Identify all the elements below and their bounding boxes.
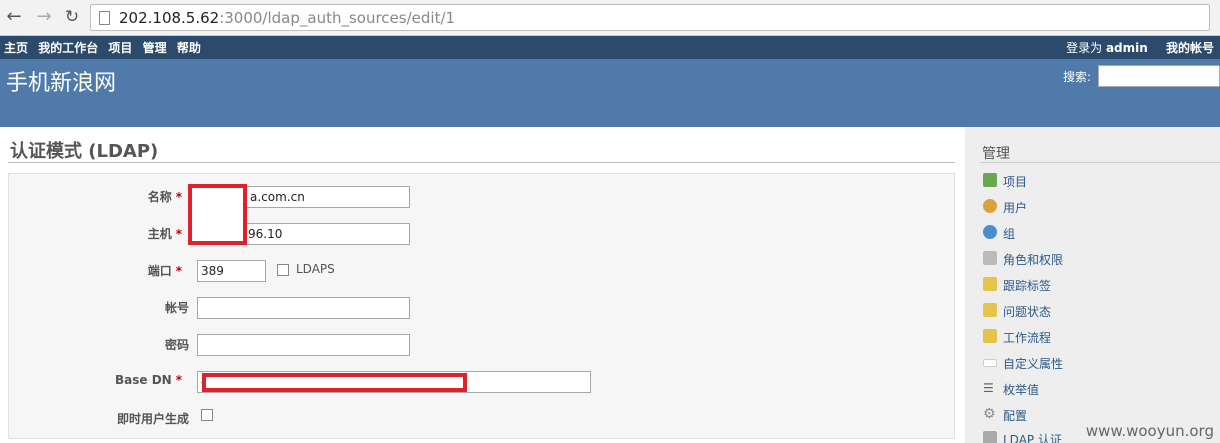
host-label-text: 主机 <box>147 227 172 241</box>
url-path: :3000/ldap_auth_sources/edit/1 <box>219 9 456 27</box>
page-title: 认证模式 (LDAP) <box>10 141 159 162</box>
list-icon: ☰ <box>983 381 994 395</box>
host-value: 96.10 <box>248 227 283 241</box>
account-label: 帐号 <box>164 301 189 315</box>
host-label: 主机 * <box>2 225 182 242</box>
password-label: 密码 <box>164 338 189 352</box>
my-account-link[interactable]: 我的帐号 <box>1166 41 1214 55</box>
redaction-box <box>188 184 247 245</box>
port-label: 端口 * <box>2 262 182 279</box>
tracker-icon <box>983 277 997 291</box>
page-icon <box>99 11 110 25</box>
sidebar-item-label: 自定义属性 <box>1003 357 1064 371</box>
logged-in-prefix: 登录为 <box>1066 41 1103 55</box>
address-bar[interactable]: 202.108.5.62:3000/ldap_auth_sources/edit… <box>90 4 1210 31</box>
name-label: 名称 * <box>2 188 182 205</box>
main-content: 认证模式 (LDAP) 名称 * a.com.cn 主机 * 96.10 端口 * 3… <box>0 127 965 443</box>
browser-toolbar: ← → ↻ 202.108.5.62:3000/ldap_auth_source… <box>0 0 1220 36</box>
sidebar-item-label: 跟踪标签 <box>1003 279 1052 293</box>
top-menu: 主页 我的工作台 项目 管理 帮助 登录为 admin 我的帐号 <box>0 36 1220 59</box>
menu-my-page-link[interactable]: 我的工作台 <box>38 41 98 55</box>
title-divider <box>8 162 955 163</box>
ldaps-checkbox[interactable] <box>277 264 289 276</box>
sidebar-item-label: 角色和权限 <box>1003 253 1064 267</box>
sidebar-item-label: 工作流程 <box>1003 331 1052 345</box>
sidebar-item-label: 项目 <box>1003 175 1028 189</box>
ldaps-label: LDAPS <box>296 262 335 276</box>
ldap-icon <box>983 431 997 443</box>
sidebar-item-label: LDAP 认证 <box>1003 433 1062 443</box>
issue-status-icon <box>983 303 997 317</box>
menu-home-link[interactable]: 主页 <box>4 41 28 55</box>
reload-icon[interactable]: ↻ <box>62 7 82 27</box>
menu-admin-link[interactable]: 管理 <box>143 41 167 55</box>
settings-gear-icon: ⚙ <box>983 406 996 422</box>
search-input[interactable] <box>1098 65 1220 87</box>
watermark: www.wooyun.org <box>1085 422 1214 440</box>
forward-arrow-icon[interactable]: → <box>34 7 54 27</box>
required-mark: * <box>175 373 182 387</box>
port-label-text: 端口 <box>147 264 172 278</box>
group-icon <box>983 225 997 239</box>
port-field[interactable]: 389 <box>197 260 266 282</box>
site-header: 手机新浪网 搜索: <box>0 59 1220 127</box>
menu-help-link[interactable]: 帮助 <box>177 41 201 55</box>
basedn-label-text: Base DN <box>115 373 172 387</box>
username-link[interactable]: admin <box>1106 41 1148 55</box>
roles-icon <box>983 251 997 265</box>
ldap-form: 名称 * a.com.cn 主机 * 96.10 端口 * 389 LDAPS 帐号 … <box>8 173 955 439</box>
back-arrow-icon[interactable]: ← <box>4 7 24 27</box>
password-field[interactable] <box>197 334 410 356</box>
name-value: a.com.cn <box>250 190 305 204</box>
required-mark: * <box>175 264 182 278</box>
projects-icon <box>983 173 997 187</box>
sidebar-item-label: 用户 <box>1003 201 1028 215</box>
admin-sidebar: 管理 项目 用户 组 角色和权限 跟踪标签 问题状态 工作流程 自定义属性 ☰ … <box>965 127 1220 443</box>
sidebar-item-label: 枚举值 <box>1003 383 1040 397</box>
required-mark: * <box>175 227 182 241</box>
menu-projects-link[interactable]: 项目 <box>108 41 132 55</box>
basedn-label: Base DN * <box>2 373 182 387</box>
name-label-text: 名称 <box>147 190 172 204</box>
top-menu-links: 主页 我的工作台 项目 管理 帮助 <box>4 39 207 56</box>
onthefly-label: 即时用户生成 <box>116 412 189 426</box>
account-field[interactable] <box>197 297 410 319</box>
sidebar-title: 管理 <box>982 146 1010 162</box>
url-text: 202.108.5.62:3000/ldap_auth_sources/edit… <box>119 9 455 27</box>
sidebar-divider <box>980 162 1220 163</box>
account-menu: 登录为 admin 我的帐号 <box>1066 39 1214 56</box>
sidebar-item-label: 问题状态 <box>1003 305 1052 319</box>
onthefly-checkbox[interactable] <box>201 409 213 421</box>
sidebar-item-label: 组 <box>1003 227 1016 241</box>
custom-field-icon <box>983 359 997 367</box>
required-mark: * <box>175 190 182 204</box>
url-host: 202.108.5.62 <box>119 9 220 27</box>
workflow-icon <box>983 329 997 343</box>
search-label: 搜索: <box>1063 70 1092 84</box>
logged-in-as: 登录为 admin <box>1066 41 1148 55</box>
redaction-box <box>202 373 467 392</box>
sidebar-item-label: 配置 <box>1003 409 1028 423</box>
user-icon <box>983 199 997 213</box>
site-title: 手机新浪网 <box>6 71 117 96</box>
